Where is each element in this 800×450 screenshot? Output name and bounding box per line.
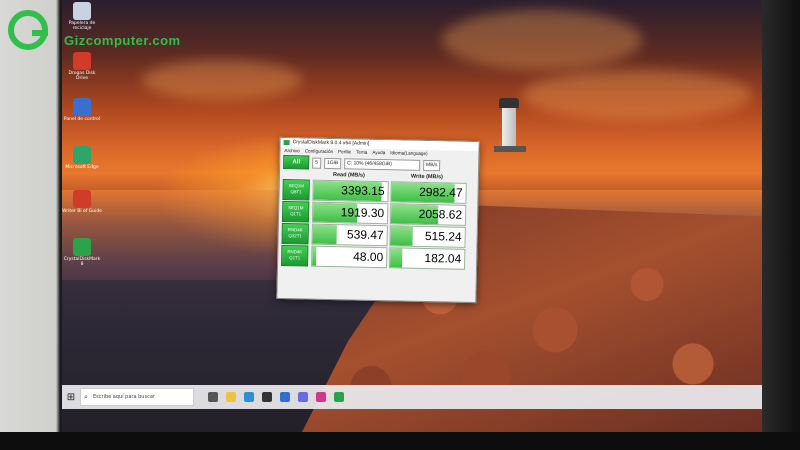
desktop-icon-label: Drogas Disk Drive — [68, 71, 96, 81]
result-row: SEQ1M Q1T1 1919.30 2058.62 — [279, 200, 477, 226]
window-title: CrystalDiskMark 8.0.4 x64 [Admin] — [292, 139, 370, 147]
crystaldiskmark-icon — [283, 140, 290, 146]
write-result-cell: 2058.62 — [389, 203, 467, 226]
logo-text: Gizcomputer.com — [64, 32, 181, 48]
crystaldiskmark-icon — [73, 238, 91, 256]
write-result-cell: 515.24 — [389, 225, 466, 248]
read-result-value: 539.47 — [346, 227, 384, 243]
read-result-bar — [312, 224, 337, 245]
windows-start-icon[interactable]: ⊞ — [62, 385, 80, 409]
write-result-cell: 2982.47 — [390, 181, 467, 204]
pdf-file-icon — [73, 190, 91, 208]
read-result-cell: 539.47 — [311, 223, 388, 247]
desktop-icon-label: Microsoft Edge — [65, 165, 99, 170]
result-row: RND4K Q1T1 48.00 182.04 — [278, 244, 476, 270]
test-button[interactable]: SEQ1M Q8T1 — [282, 178, 310, 201]
menu-ayuda[interactable]: Ayuda — [372, 149, 385, 157]
desktop-icon[interactable]: CrystalDiskMark 8 — [62, 238, 102, 267]
result-row: RND4K Q32T1 539.47 515.24 — [278, 222, 476, 248]
write-result-value: 515.24 — [424, 228, 462, 244]
write-result-cell: 182.04 — [388, 247, 466, 270]
read-result-cell: 1919.30 — [311, 201, 389, 225]
read-result-value: 48.00 — [353, 249, 384, 265]
read-result-cell: 48.00 — [311, 245, 388, 269]
all-button[interactable]: All — [283, 155, 310, 170]
write-result-value: 2058.62 — [418, 206, 463, 222]
test-button[interactable]: RND4K Q1T1 — [281, 244, 309, 267]
desktop-icon[interactable]: Drogas Disk Drive — [62, 52, 102, 81]
result-row: SEQ1M Q8T1 3393.15 2982.47 — [279, 178, 477, 204]
edge-icon[interactable] — [244, 392, 254, 402]
test-button[interactable]: RND4K Q32T1 — [281, 222, 309, 245]
taskbar-apps — [208, 392, 344, 402]
read-result-cell: 3393.15 — [312, 179, 389, 203]
test-queue: Q8T1 — [290, 189, 302, 195]
menu-idioma[interactable]: Idioma(Language) — [390, 149, 427, 158]
search-icon: ⌕ — [84, 393, 88, 401]
desktop-icon[interactable]: Panel de control — [62, 98, 102, 122]
edge-icon — [73, 146, 91, 164]
test-button[interactable]: SEQ1M Q1T1 — [281, 200, 310, 223]
taskbar: ⊞ ⌕ Escribe aquí para buscar — [62, 385, 762, 409]
search-box[interactable]: ⌕ Escribe aquí para buscar — [80, 388, 194, 406]
control-panel-icon — [73, 98, 91, 116]
app-icon[interactable] — [316, 392, 326, 402]
desktop-icon[interactable]: Microsoft Edge — [62, 146, 102, 170]
desktop-icon-label: CrystalDiskMark 8 — [63, 257, 101, 267]
store-icon[interactable] — [262, 392, 272, 402]
pdf-file-icon — [73, 52, 91, 70]
runs-select[interactable]: 5 — [312, 157, 322, 169]
desktop-icon-label: Panel de control — [63, 117, 101, 122]
desktop-icon[interactable]: Writer Bi of Guide — [62, 190, 102, 214]
drive-select[interactable]: C: 10% (46/458GiB) — [343, 157, 421, 171]
laptop-bezel-right — [762, 0, 800, 450]
photos-icon[interactable] — [298, 392, 308, 402]
write-result-value: 2982.47 — [419, 184, 463, 200]
write-result-bar — [390, 226, 414, 246]
mail-icon[interactable] — [280, 392, 290, 402]
unit-select[interactable]: MB/s — [422, 159, 441, 171]
size-select[interactable]: 1GiB — [323, 157, 342, 169]
menu-tema[interactable]: Tema — [356, 149, 367, 157]
crystaldiskmark-icon[interactable] — [334, 392, 344, 402]
task-view-icon[interactable] — [208, 392, 218, 402]
test-queue: Q1T1 — [290, 211, 302, 217]
g-logo-icon — [8, 10, 48, 50]
read-result-value: 1919.30 — [340, 205, 385, 221]
desktop-icon-label: Writer Bi of Guide — [62, 209, 102, 214]
read-result-value: 3393.15 — [341, 183, 385, 199]
menu-perfile[interactable]: Perfile — [338, 148, 351, 156]
laptop-bezel-bottom — [0, 432, 800, 450]
gizcomputer-logo: Gizcomputer.com — [8, 10, 181, 50]
write-result-value: 182.04 — [424, 250, 462, 266]
crystaldiskmark-window[interactable]: CrystalDiskMark 8.0.4 x64 [Admin] Archiv… — [276, 136, 480, 304]
results-table: SEQ1M Q8T1 3393.15 2982.47 SEQ1M Q1T1 1919.30 2… — [278, 178, 478, 270]
explorer-icon[interactable] — [226, 392, 236, 402]
read-result-bar — [312, 246, 317, 266]
test-queue: Q32T1 — [288, 233, 302, 239]
lighthouse — [499, 98, 519, 148]
search-placeholder: Escribe aquí para buscar — [93, 394, 155, 400]
test-queue: Q1T1 — [289, 255, 301, 261]
write-result-bar — [390, 248, 403, 268]
